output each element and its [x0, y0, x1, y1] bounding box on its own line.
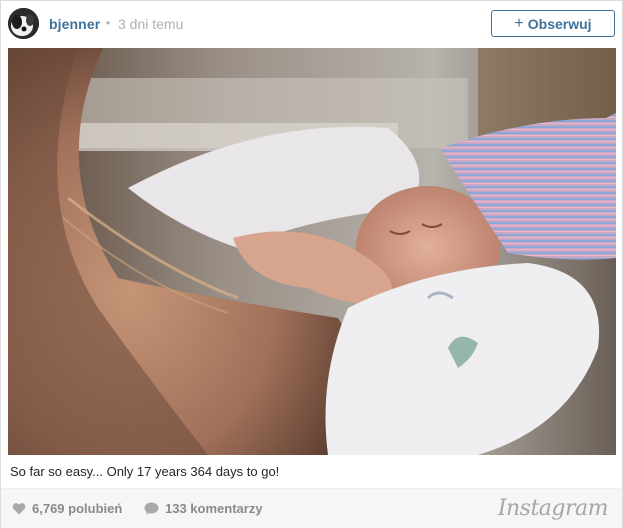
comments-count[interactable]: 133 komentarzy	[144, 501, 263, 516]
post-caption: So far so easy... Only 17 years 364 days…	[10, 464, 280, 479]
comments-label: 133 komentarzy	[165, 501, 263, 516]
instagram-embed-card: bjenner • 3 dni temu + Obserwuj So far s…	[0, 0, 623, 528]
likes-label: 6,769 polubień	[32, 501, 123, 516]
post-photo[interactable]	[8, 48, 616, 455]
plus-icon: +	[514, 14, 524, 32]
likes-count[interactable]: 6,769 polubień	[12, 501, 122, 516]
post-footer: 6,769 polubień 133 komentarzy Instagram	[1, 488, 622, 528]
heart-icon	[12, 503, 26, 515]
newborn-baby-photo	[8, 48, 616, 455]
username-link[interactable]: bjenner	[49, 16, 100, 32]
user-avatar[interactable]	[8, 8, 39, 39]
instagram-logo[interactable]: Instagram	[498, 496, 609, 521]
comment-bubble-icon	[144, 502, 159, 515]
follow-button[interactable]: + Obserwuj	[491, 10, 615, 37]
post-timestamp[interactable]: 3 dni temu	[118, 16, 183, 32]
post-header: bjenner • 3 dni temu + Obserwuj	[1, 1, 622, 47]
avatar-dog-image	[8, 8, 39, 39]
separator-dot: •	[106, 16, 111, 30]
follow-button-label: Obserwuj	[527, 15, 592, 32]
